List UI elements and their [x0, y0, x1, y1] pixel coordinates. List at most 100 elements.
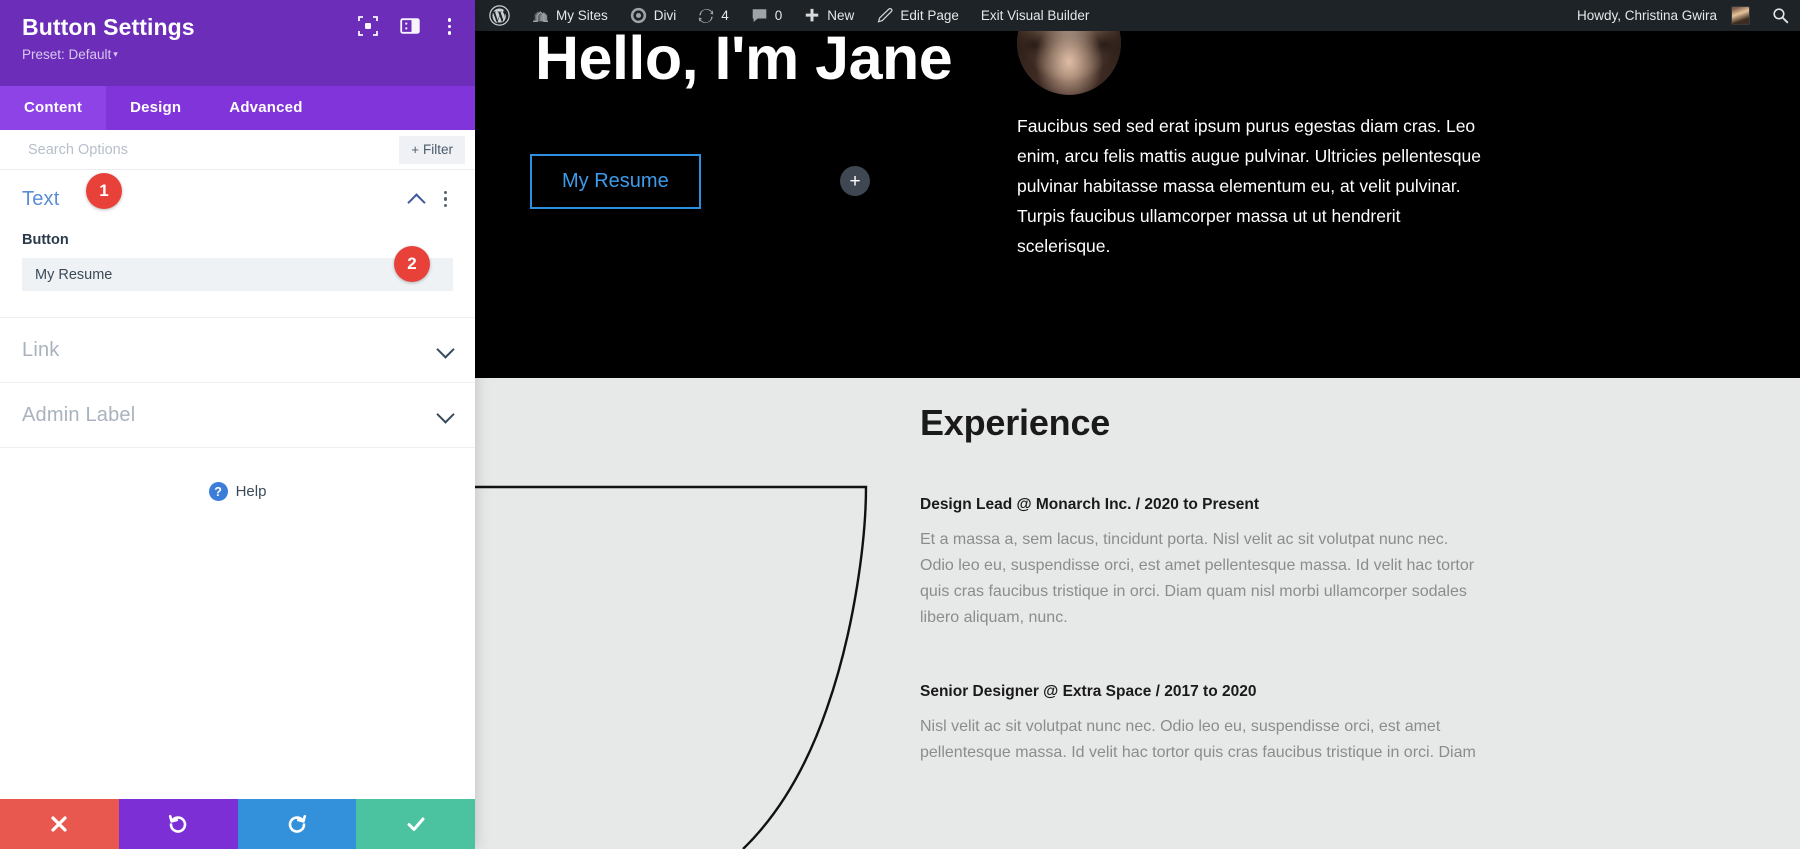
kebab-dot [448, 25, 452, 29]
kebab-dot [444, 204, 448, 208]
plus-icon [804, 8, 820, 24]
visual-builder-canvas: Hello, I'm Jane My Resume + Faucibus sed… [475, 31, 1800, 849]
avatar [1731, 6, 1750, 25]
layout-columns-icon[interactable] [400, 16, 420, 36]
adminbar-item-comments[interactable]: 0 [740, 0, 794, 31]
panel-preset-label: Preset: Default [22, 47, 111, 62]
wp-logo-button[interactable] [475, 0, 521, 31]
chevron-down-icon: ▾ [113, 49, 118, 59]
save-button[interactable] [356, 799, 475, 849]
accordion-text[interactable]: Text [0, 170, 475, 228]
adminbar-label: Edit Page [900, 8, 959, 23]
job-heading: Design Lead @ Monarch Inc. / 2020 to Pre… [920, 496, 1480, 514]
tab-advanced[interactable]: Advanced [205, 86, 326, 130]
accordion-text-actions [409, 189, 454, 210]
help-icon: ? [209, 482, 228, 501]
accordion-admin-label-label: Admin Label [22, 404, 135, 427]
adminbar-search-button[interactable] [1761, 0, 1800, 31]
redo-button[interactable] [238, 799, 357, 849]
hero-section: Hello, I'm Jane My Resume + Faucibus sed… [475, 31, 1800, 378]
plus-icon: + [849, 172, 860, 191]
hero-heading: Hello, I'm Jane [535, 31, 952, 93]
filter-button[interactable]: + Filter [399, 136, 465, 164]
adminbar-label: Divi [654, 8, 677, 23]
step-badge-1: 1 [86, 173, 122, 209]
kebab-dot [444, 197, 448, 201]
kebab-dot [444, 191, 448, 195]
decorative-curve-graphic [475, 378, 895, 849]
comments-icon [751, 8, 768, 24]
adminbar-label: Exit Visual Builder [981, 8, 1090, 23]
adminbar-item-edit-page[interactable]: Edit Page [865, 0, 970, 31]
screen-root: My Sites Divi 4 0 New [0, 0, 1800, 849]
chevron-up-icon[interactable] [409, 195, 424, 204]
tab-design[interactable]: Design [106, 86, 205, 130]
accordion-link-label: Link [22, 339, 60, 362]
adminbar-item-new[interactable]: New [793, 0, 865, 31]
panel-preset-selector[interactable]: Preset: Default▾ [22, 45, 453, 64]
kebab-menu-icon[interactable] [438, 189, 454, 210]
job-entry: Design Lead @ Monarch Inc. / 2020 to Pre… [920, 496, 1480, 631]
button-field-label: Button [22, 232, 453, 248]
accordion-link[interactable]: Link [0, 318, 475, 382]
sites-icon [532, 8, 549, 23]
check-icon [405, 813, 427, 835]
adminbar-howdy[interactable]: Howdy, Christina Gwira [1563, 0, 1761, 31]
cancel-button[interactable] [0, 799, 119, 849]
profile-photo [1017, 31, 1121, 95]
button-text-input[interactable] [22, 258, 453, 291]
panel-tabs: Content Design Advanced [0, 86, 475, 130]
add-module-button[interactable]: + [840, 166, 870, 196]
search-icon [1772, 7, 1789, 24]
kebab-dot [448, 18, 452, 22]
kebab-dot [448, 31, 452, 35]
accordion-admin-label[interactable]: Admin Label [0, 383, 475, 447]
help-button[interactable]: ? Help [0, 448, 475, 501]
adminbar-item-divi[interactable]: Divi [619, 0, 688, 31]
chevron-down-icon[interactable] [438, 346, 453, 355]
wordpress-logo-icon [489, 5, 510, 26]
adminbar-right-group: Howdy, Christina Gwira [1563, 0, 1800, 31]
accordion-admin-label-actions [438, 411, 453, 420]
chevron-down-icon[interactable] [438, 411, 453, 420]
undo-button[interactable] [119, 799, 238, 849]
filter-label: Filter [423, 142, 453, 157]
experience-section: Experience Design Lead @ Monarch Inc. / … [475, 378, 1800, 849]
howdy-label: Howdy, Christina Gwira [1577, 8, 1717, 23]
adminbar-label: 0 [775, 8, 783, 23]
accordion-link-actions [438, 346, 453, 355]
job-entry: Senior Designer @ Extra Space / 2017 to … [920, 683, 1480, 766]
adminbar-label: New [827, 8, 854, 23]
job-heading: Senior Designer @ Extra Space / 2017 to … [920, 683, 1480, 701]
adminbar-item-exit-visual-builder[interactable]: Exit Visual Builder [970, 0, 1101, 31]
panel-header: Button Settings Preset: Default▾ [0, 0, 475, 86]
tab-content[interactable]: Content [0, 86, 106, 130]
search-input[interactable] [0, 130, 399, 170]
adminbar-label: My Sites [556, 8, 608, 23]
undo-icon [167, 813, 189, 835]
redo-icon [286, 813, 308, 835]
panel-search-bar: + Filter [0, 130, 475, 170]
step-badge-2: 2 [394, 246, 430, 282]
hero-paragraph: Faucibus sed sed erat ipsum purus egesta… [1017, 111, 1487, 261]
panel-header-actions [358, 16, 458, 37]
updates-icon [698, 8, 714, 24]
wp-admin-bar: My Sites Divi 4 0 New [475, 0, 1800, 31]
help-label: Help [236, 483, 267, 500]
adminbar-item-updates[interactable]: 4 [687, 0, 740, 31]
accordion-text-label: Text [22, 188, 59, 211]
divi-icon [630, 7, 647, 24]
my-resume-button[interactable]: My Resume [530, 154, 701, 209]
experience-column: Experience Design Lead @ Monarch Inc. / … [920, 402, 1480, 766]
close-icon [49, 814, 69, 834]
pencil-icon [876, 7, 893, 24]
kebab-menu-icon[interactable] [442, 16, 458, 37]
fullscreen-icon[interactable] [358, 16, 378, 36]
panel-footer [0, 799, 475, 849]
plus-icon: + [411, 142, 419, 157]
button-settings-panel: Button Settings Preset: Default▾ [0, 0, 475, 849]
experience-title: Experience [920, 402, 1480, 444]
job-body: Et a massa a, sem lacus, tincidunt porta… [920, 527, 1480, 631]
adminbar-label: 4 [721, 8, 729, 23]
adminbar-item-my-sites[interactable]: My Sites [521, 0, 619, 31]
